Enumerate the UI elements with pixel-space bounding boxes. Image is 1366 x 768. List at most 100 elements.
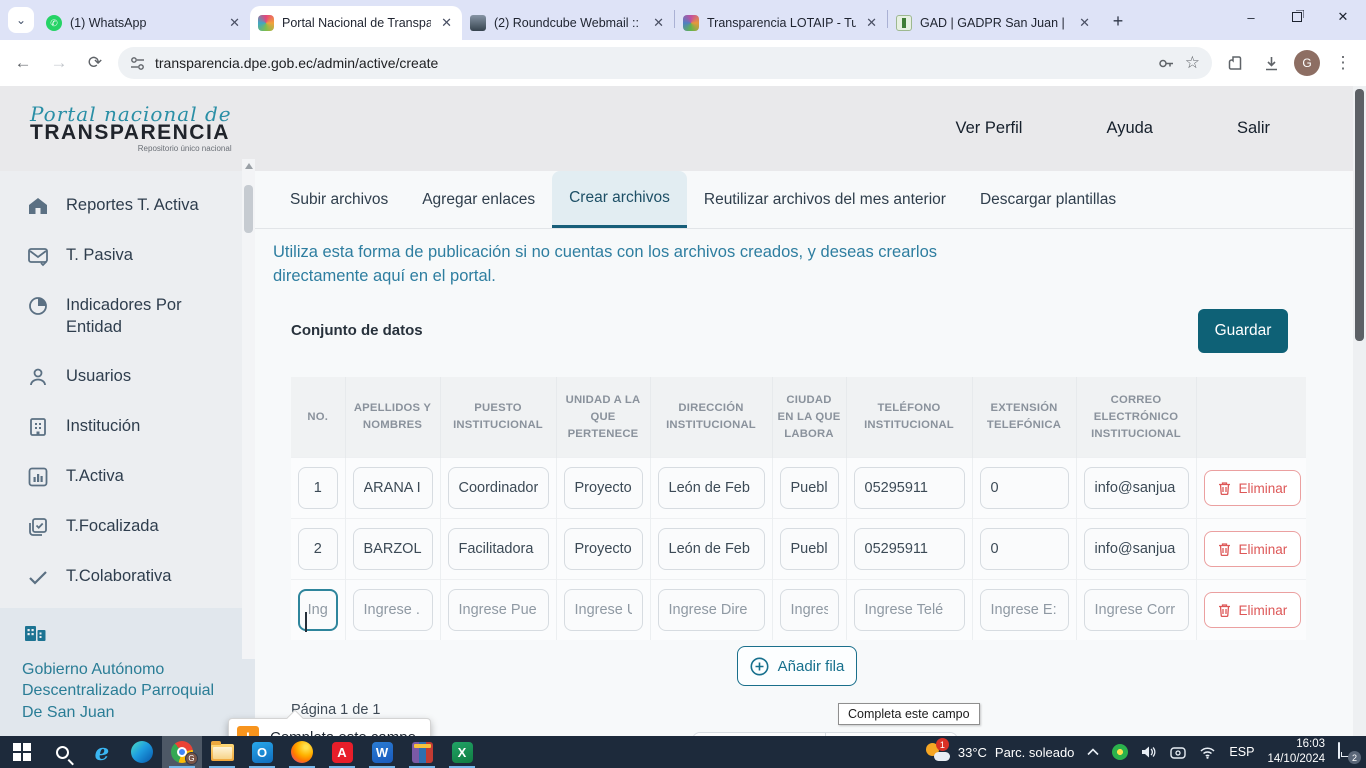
- sidebar-item-tcolaborativa[interactable]: T.Colaborativa: [0, 552, 255, 602]
- delete-row-button[interactable]: Eliminar: [1204, 531, 1302, 567]
- taskbar-search-button[interactable]: [42, 736, 82, 768]
- taskbar-firefox[interactable]: [282, 736, 322, 768]
- tab-close-icon[interactable]: ✕: [651, 15, 666, 31]
- site-settings-icon[interactable]: [130, 56, 145, 71]
- ciudad-input[interactable]: [780, 528, 839, 570]
- sidebar-item-institucion[interactable]: Institución: [0, 402, 255, 452]
- browser-tab-whatsapp[interactable]: ✆ (1) WhatsApp ✕: [38, 6, 250, 40]
- no-input[interactable]: [298, 528, 338, 570]
- help-link[interactable]: Ayuda: [1106, 119, 1153, 138]
- apellidos-input[interactable]: [353, 589, 433, 631]
- tab-descargar-plantillas[interactable]: Descargar plantillas: [963, 171, 1133, 228]
- tab-close-icon[interactable]: ✕: [1077, 15, 1092, 31]
- back-button[interactable]: ←: [10, 50, 36, 76]
- taskbar-excel[interactable]: X: [442, 736, 482, 768]
- telefono-input[interactable]: [854, 589, 965, 631]
- delete-row-button[interactable]: Eliminar: [1204, 592, 1302, 628]
- page-scrollbar[interactable]: [1353, 86, 1366, 736]
- new-tab-button[interactable]: +: [1104, 7, 1132, 35]
- antivirus-icon[interactable]: [1112, 744, 1128, 760]
- bookmark-star-icon[interactable]: ☆: [1185, 53, 1200, 73]
- language-indicator[interactable]: ESP: [1229, 745, 1254, 759]
- puesto-input[interactable]: [448, 467, 549, 509]
- save-button[interactable]: Guardar: [1198, 309, 1288, 353]
- scroll-up-arrow[interactable]: [245, 163, 253, 169]
- unidad-input[interactable]: [564, 589, 643, 631]
- sidebar-item-indicadores[interactable]: Indicadores Por Entidad: [0, 281, 255, 352]
- weather-widget[interactable]: 1 33°C Parc. soleado: [922, 743, 1075, 761]
- puesto-input[interactable]: [448, 528, 549, 570]
- extensions-icon[interactable]: [1222, 50, 1248, 76]
- url-text[interactable]: transparencia.dpe.gob.ec/admin/active/cr…: [155, 55, 1148, 71]
- volume-icon[interactable]: [1141, 745, 1157, 759]
- taskbar-file-explorer[interactable]: [202, 736, 242, 768]
- extension-input[interactable]: [980, 528, 1069, 570]
- menu-kebab-icon[interactable]: ⋮: [1330, 50, 1356, 76]
- puesto-input[interactable]: [448, 589, 549, 631]
- tray-expand-chevron-icon[interactable]: [1087, 748, 1099, 756]
- correo-input[interactable]: [1084, 589, 1189, 631]
- ciudad-input[interactable]: [780, 467, 839, 509]
- sidebar-item-usuarios[interactable]: Usuarios: [0, 352, 255, 402]
- extension-input[interactable]: [980, 467, 1069, 509]
- tab-subir-archivos[interactable]: Subir archivos: [273, 171, 405, 228]
- browser-tab-lotaip[interactable]: Transparencia LOTAIP - Tuto ✕: [675, 6, 887, 40]
- browser-tab-portal[interactable]: Portal Nacional de Transpare ✕: [250, 6, 462, 40]
- tab-search-button[interactable]: ⌄: [8, 7, 34, 33]
- logout-link[interactable]: Salir: [1237, 119, 1270, 138]
- reload-button[interactable]: ⟳: [82, 50, 108, 76]
- previous-page-button[interactable]: ‹ Anterior: [693, 733, 826, 736]
- telefono-input[interactable]: [854, 467, 965, 509]
- tab-close-icon[interactable]: ✕: [439, 15, 454, 31]
- tab-crear-archivos[interactable]: Crear archivos: [552, 171, 687, 228]
- password-key-icon[interactable]: [1158, 55, 1175, 72]
- browser-tab-gad[interactable]: GAD | GADPR San Juan | ✕: [888, 6, 1100, 40]
- correo-input[interactable]: [1084, 467, 1189, 509]
- add-row-button[interactable]: Añadir fila: [737, 646, 857, 686]
- direccion-input[interactable]: [658, 528, 765, 570]
- wifi-icon[interactable]: [1199, 746, 1216, 759]
- taskbar-winrar[interactable]: [402, 736, 442, 768]
- sidebar-item-tactiva[interactable]: T.Activa: [0, 452, 255, 502]
- meet-now-icon[interactable]: [1170, 746, 1186, 759]
- unidad-input[interactable]: [564, 528, 643, 570]
- tab-close-icon[interactable]: ✕: [864, 15, 879, 31]
- sidebar-scroll-thumb[interactable]: [244, 185, 253, 233]
- sidebar-scrollbar[interactable]: [242, 159, 255, 659]
- forward-button[interactable]: →: [46, 50, 72, 76]
- browser-tab-roundcube[interactable]: (2) Roundcube Webmail :: E ✕: [462, 6, 674, 40]
- sidebar-item-tfocalizada[interactable]: T.Focalizada: [0, 502, 255, 552]
- sidebar-entity-active[interactable]: Gobierno Autónomo Descentralizado Parroq…: [0, 608, 255, 736]
- notification-center-icon[interactable]: 2: [1338, 743, 1358, 761]
- clock[interactable]: 16:03 14/10/2024: [1267, 737, 1325, 767]
- taskbar-chrome[interactable]: G: [162, 736, 202, 768]
- close-button[interactable]: ✕: [1320, 0, 1366, 34]
- download-icon[interactable]: [1258, 50, 1284, 76]
- tab-agregar-enlaces[interactable]: Agregar enlaces: [405, 171, 552, 228]
- no-input-focused[interactable]: [298, 589, 338, 631]
- next-page-button[interactable]: Siguiente ›: [826, 733, 958, 736]
- tab-reutilizar-archivos[interactable]: Reutilizar archivos del mes anterior: [687, 171, 963, 228]
- profile-avatar[interactable]: G: [1294, 50, 1320, 76]
- extension-input[interactable]: [980, 589, 1069, 631]
- taskbar-acrobat[interactable]: A: [322, 736, 362, 768]
- start-button[interactable]: [2, 736, 42, 768]
- delete-row-button[interactable]: Eliminar: [1204, 470, 1302, 506]
- restore-button[interactable]: [1274, 0, 1320, 34]
- sidebar-item-pasiva[interactable]: T. Pasiva: [0, 231, 255, 281]
- apellidos-input[interactable]: [353, 467, 433, 509]
- taskbar-internet-explorer[interactable]: e: [82, 736, 122, 768]
- unidad-input[interactable]: [564, 467, 643, 509]
- address-bar[interactable]: transparencia.dpe.gob.ec/admin/active/cr…: [118, 47, 1212, 79]
- taskbar-outlook[interactable]: O: [242, 736, 282, 768]
- telefono-input[interactable]: [854, 528, 965, 570]
- minimize-button[interactable]: –: [1228, 0, 1274, 34]
- correo-input[interactable]: [1084, 528, 1189, 570]
- taskbar-word[interactable]: W: [362, 736, 402, 768]
- taskbar-edge[interactable]: [122, 736, 162, 768]
- apellidos-input[interactable]: [353, 528, 433, 570]
- direccion-input[interactable]: [658, 467, 765, 509]
- no-input[interactable]: [298, 467, 338, 509]
- tab-close-icon[interactable]: ✕: [227, 15, 242, 31]
- page-scroll-thumb[interactable]: [1355, 89, 1364, 341]
